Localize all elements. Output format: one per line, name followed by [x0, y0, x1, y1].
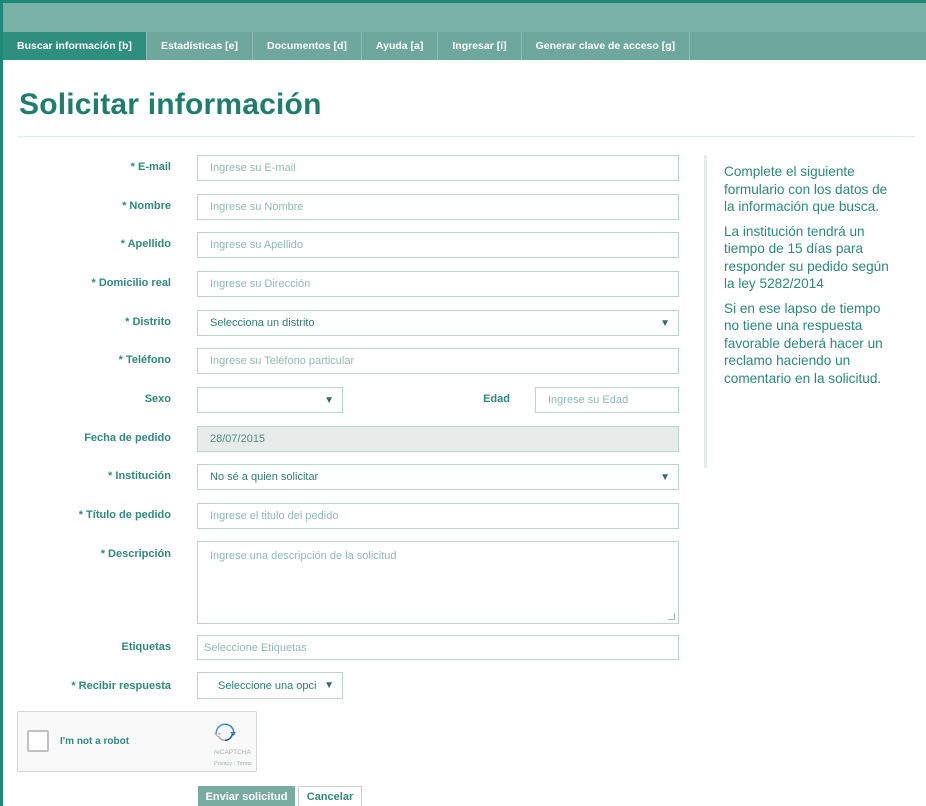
tab-estadisticas[interactable]: Estadísticas [e]	[147, 32, 253, 60]
respuesta-select[interactable]: Seleccione una opci ▼	[197, 672, 343, 699]
descripcion-placeholder: Ingrese una descripción de la solicitud	[210, 550, 397, 562]
telefono-input[interactable]: Ingrese su Teléfono particular	[197, 348, 679, 374]
cancel-button[interactable]: Cancelar	[298, 786, 362, 806]
email-label: * E-mail	[130, 161, 171, 173]
institucion-value: No sé a quien solicitar	[210, 471, 319, 483]
institucion-select[interactable]: No sé a quien solicitar ▼	[197, 464, 679, 490]
info-sidebar: Complete el siguiente formulario con los…	[704, 155, 894, 468]
fecha-field: 28/07/2015	[197, 426, 679, 452]
telefono-label: * Teléfono	[118, 354, 171, 366]
distrito-label: * Distrito	[125, 316, 171, 328]
resize-grip-icon[interactable]	[668, 613, 675, 620]
respuesta-value: Seleccione una opci	[218, 679, 317, 692]
info-paragraph: Si en ese lapso de tiempo no tiene una r…	[724, 300, 883, 386]
etiquetas-label: Etiquetas	[121, 641, 171, 653]
recaptcha-brand: reCAPTCHA	[214, 749, 251, 756]
domicilio-input[interactable]: Ingrese su Dirección	[197, 271, 679, 297]
distrito-value: Selecciona un distrito	[210, 317, 315, 329]
recaptcha-label: I'm not a robot	[60, 736, 130, 747]
chevron-down-icon: ▼	[324, 394, 334, 406]
main-nav: Buscar información [b] Estadísticas [e] …	[3, 32, 926, 60]
etiquetas-input[interactable]: Seleccione Etiquetas	[197, 635, 679, 660]
descripcion-label: * Descripción	[100, 548, 171, 560]
header-bar	[3, 3, 926, 32]
apellido-label: * Apellido	[120, 238, 171, 250]
fecha-label: Fecha de pedido	[84, 432, 171, 444]
respuesta-label: * Recibir respuesta	[71, 680, 171, 692]
nombre-input[interactable]: Ingrese su Nombre	[197, 194, 679, 220]
domicilio-label: * Domicilio real	[91, 277, 171, 289]
tab-documentos[interactable]: Documentos [d]	[253, 32, 362, 60]
tab-generar-clave[interactable]: Generar clave de acceso [g]	[522, 32, 691, 60]
email-input[interactable]: Ingrese su E-mail	[197, 155, 679, 181]
apellido-input[interactable]: Ingrese su Apellido	[197, 232, 679, 258]
tab-ingresar[interactable]: Ingresar [i]	[438, 32, 522, 60]
descripcion-textarea[interactable]: Ingrese una descripción de la solicitud	[197, 541, 679, 624]
recaptcha-logo-icon	[214, 723, 236, 742]
submit-button[interactable]: Enviar solicitud	[198, 786, 295, 806]
nombre-label: * Nombre	[122, 200, 171, 212]
titulo-label: * Título de pedido	[78, 509, 171, 521]
info-paragraph: Complete el siguiente formulario con los…	[724, 164, 888, 214]
sexo-label: Sexo	[144, 393, 171, 405]
title-divider	[17, 136, 915, 137]
distrito-select[interactable]: Selecciona un distrito ▼	[197, 310, 679, 336]
chevron-down-icon: ▼	[660, 471, 670, 483]
page-title: Solicitar información	[19, 88, 322, 121]
tab-buscar-informacion[interactable]: Buscar información [b]	[3, 32, 147, 60]
institucion-label: * Institución	[108, 470, 171, 482]
edad-input[interactable]: Ingrese su Edad	[535, 387, 679, 413]
chevron-down-icon: ▼	[324, 680, 334, 691]
recaptcha-widget: I'm not a robot reCAPTCHA Privacy - Term…	[17, 711, 257, 772]
chevron-down-icon: ▼	[660, 317, 670, 329]
tab-ayuda[interactable]: Ayuda [a]	[362, 32, 439, 60]
titulo-input[interactable]: Ingrese el titulo del pedido	[197, 503, 679, 529]
recaptcha-checkbox[interactable]	[27, 730, 49, 752]
info-paragraph: La institución tendrá un tiempo de 15 dí…	[724, 223, 889, 292]
edad-label: Edad	[483, 393, 510, 405]
sexo-select[interactable]: ▼	[197, 387, 343, 413]
recaptcha-terms-link[interactable]: Privacy - Terms	[214, 761, 258, 767]
